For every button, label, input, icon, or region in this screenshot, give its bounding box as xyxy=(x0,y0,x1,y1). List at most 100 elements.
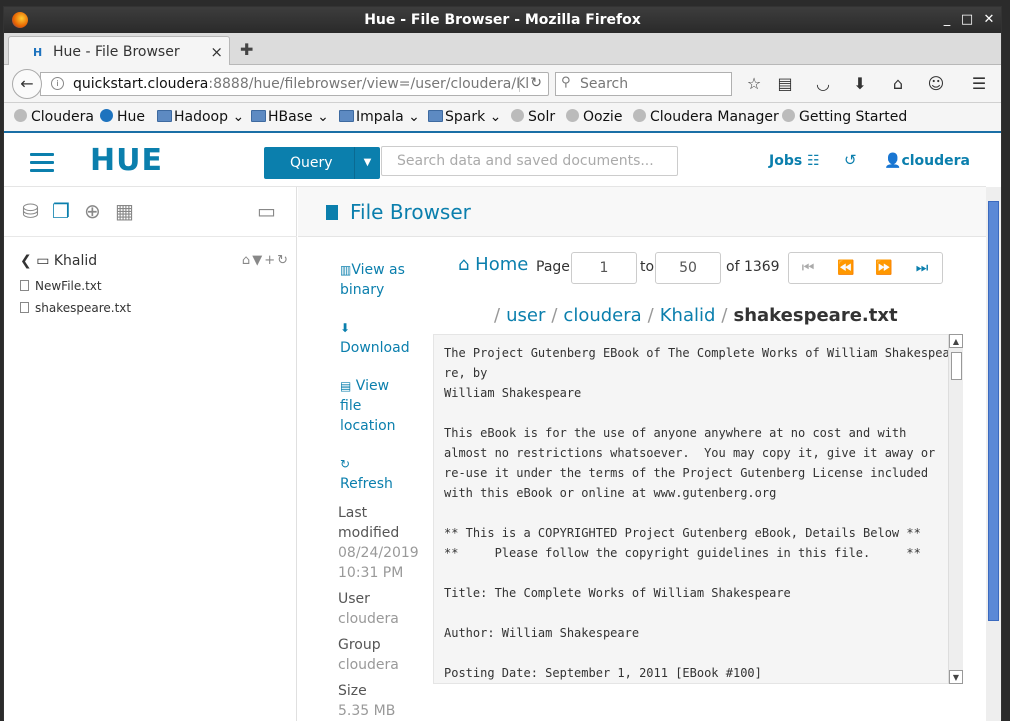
next-page-icon[interactable]: ⏩ xyxy=(865,253,903,283)
url-divider xyxy=(519,76,520,92)
globe-icon xyxy=(14,109,27,122)
previous-page-icon[interactable]: ⏪ xyxy=(827,253,865,283)
page-scroll-thumb[interactable] xyxy=(988,201,999,621)
current-folder-name: Khalid xyxy=(53,253,98,269)
reload-icon[interactable]: ↻ xyxy=(530,75,542,91)
folder-icon: ▭ xyxy=(36,253,50,269)
page-to-input[interactable]: 50 xyxy=(655,252,721,284)
document-icon xyxy=(326,205,338,220)
bookmark-folder-hadoop[interactable]: Hadoop ⌄ xyxy=(157,109,244,125)
refresh-small-icon[interactable]: ↻ xyxy=(277,253,290,268)
folder-icon xyxy=(157,110,172,122)
user-menu[interactable]: 👤cloudera xyxy=(884,153,970,169)
folder-open-icon[interactable]: ▭ xyxy=(257,199,276,223)
global-search-input[interactable]: Search data and saved documents... xyxy=(381,146,678,176)
page-from-input[interactable]: 1 xyxy=(571,252,637,284)
path-user[interactable]: user xyxy=(506,305,545,326)
home-icon[interactable]: ⌂ xyxy=(888,74,908,93)
bookmark-solr[interactable]: Solr xyxy=(511,109,555,125)
bookmark-hue[interactable]: Hue xyxy=(100,109,145,125)
pagination-buttons: ⏮ ⏪ ⏩ ⏭ xyxy=(788,252,943,284)
jobs-button[interactable]: Jobs ☷ xyxy=(769,153,820,169)
query-button[interactable]: Query ▼ xyxy=(264,147,380,179)
bookmark-star-icon[interactable]: ☆ xyxy=(744,74,764,93)
file-item-newfile[interactable]: NewFile.txt xyxy=(20,279,102,293)
grid-icon[interactable]: ▦ xyxy=(115,199,134,223)
view-as-binary-link[interactable]: ▥View as binary xyxy=(340,260,410,300)
bookmark-cloudera-manager[interactable]: Cloudera Manager xyxy=(633,109,779,125)
content-scroll-thumb[interactable] xyxy=(951,352,962,380)
chat-icon[interactable]: ☺ xyxy=(926,74,946,93)
title-bar: Hue - File Browser - Mozilla Firefox _ □… xyxy=(4,7,1001,33)
bookmark-folder-impala[interactable]: Impala ⌄ xyxy=(339,109,420,125)
close-tab-icon[interactable]: × xyxy=(210,43,223,61)
window-title: Hue - File Browser - Mozilla Firefox xyxy=(364,12,641,28)
add-icon[interactable]: + xyxy=(264,253,277,268)
home-icon: ⌂ xyxy=(458,254,470,275)
download-icon: ⬇ xyxy=(340,321,351,335)
history-icon[interactable]: ↺ xyxy=(844,151,857,169)
folder-icon xyxy=(251,110,266,122)
hue-favicon-icon: H xyxy=(33,46,43,59)
search-icon: ⚲ xyxy=(561,75,571,90)
browser-search-input[interactable]: ⚲ Search xyxy=(555,72,732,96)
page-scrollbar[interactable] xyxy=(986,187,1001,721)
size-meta: Size 5.35 MB xyxy=(338,683,396,719)
new-tab-icon[interactable]: ✚ xyxy=(240,40,253,59)
downloads-icon[interactable]: ⬇ xyxy=(850,74,870,93)
bookmark-getting-started[interactable]: Getting Started xyxy=(782,109,907,125)
bookmark-oozie[interactable]: Oozie xyxy=(566,109,622,125)
tab-hue-file-browser[interactable]: H Hue - File Browser × xyxy=(8,36,230,66)
group-meta: Group cloudera xyxy=(338,637,399,673)
path-cloudera[interactable]: cloudera xyxy=(563,305,641,326)
maximize-icon[interactable]: □ xyxy=(957,7,977,33)
file-content-viewer[interactable]: The Project Gutenberg EBook of The Compl… xyxy=(433,334,963,684)
first-page-icon[interactable]: ⏮ xyxy=(789,253,827,283)
bookmark-folder-hbase[interactable]: HBase ⌄ xyxy=(251,109,329,125)
assist-folder-breadcrumb[interactable]: ❮ ▭ Khalid ⌂▼+↻ xyxy=(20,253,290,269)
site-info-icon[interactable]: i xyxy=(51,77,64,90)
home-link[interactable]: ⌂ Home xyxy=(458,254,528,275)
database-icon[interactable]: ⛁ xyxy=(22,199,39,223)
hue-logo[interactable]: HUE xyxy=(90,143,163,178)
assist-folder-actions: ⌂▼+↻ xyxy=(242,253,290,268)
hue-icon xyxy=(100,109,113,122)
barcode-icon: ▥ xyxy=(340,263,352,277)
back-chevron-icon[interactable]: ❮ xyxy=(20,253,32,269)
query-dropdown-caret-icon[interactable]: ▼ xyxy=(354,147,380,179)
page-title: File Browser xyxy=(298,187,986,237)
bookmark-folder-spark[interactable]: Spark ⌄ xyxy=(428,109,501,125)
view-file-location-link[interactable]: ▤ View file location xyxy=(340,376,410,436)
scroll-down-icon[interactable]: ▼ xyxy=(949,670,963,684)
documents-icon[interactable]: ❐ xyxy=(52,199,70,223)
download-link[interactable]: ⬇ Download xyxy=(340,318,410,358)
home-small-icon[interactable]: ⌂ xyxy=(242,253,252,268)
file-item-shakespeare[interactable]: shakespeare.txt xyxy=(20,301,131,315)
url-bar[interactable]: i quickstart.cloudera:8888/hue/filebrows… xyxy=(40,72,549,96)
menu-icon[interactable]: ☰ xyxy=(969,74,989,93)
close-window-icon[interactable]: ✕ xyxy=(979,7,999,33)
file-content-text: The Project Gutenberg EBook of The Compl… xyxy=(444,346,950,680)
page-total: of 1369 xyxy=(726,259,780,275)
scroll-up-icon[interactable]: ▲ xyxy=(949,334,963,348)
filter-icon[interactable]: ▼ xyxy=(252,253,264,268)
content-scrollbar[interactable]: ▲ ▼ xyxy=(948,334,963,684)
last-page-icon[interactable]: ⏭ xyxy=(903,253,941,283)
hue-app: HUE Query ▼ Search data and saved docume… xyxy=(4,135,1001,721)
reading-list-icon[interactable]: ▤ xyxy=(775,74,795,93)
folder-icon xyxy=(339,110,354,122)
hamburger-menu-icon[interactable] xyxy=(30,153,54,172)
tab-strip: H Hue - File Browser × ✚ xyxy=(4,33,1001,66)
back-button[interactable]: ← xyxy=(12,69,42,99)
search-assist-icon[interactable]: ⊕ xyxy=(84,199,101,223)
path-khalid[interactable]: Khalid xyxy=(660,305,716,326)
refresh-link[interactable]: ↻ Refresh xyxy=(340,454,410,494)
back-arrow-icon: ← xyxy=(20,74,34,93)
pocket-icon[interactable]: ◡ xyxy=(813,74,833,93)
browser-window: Hue - File Browser - Mozilla Firefox _ □… xyxy=(3,6,1002,721)
globe-icon xyxy=(511,109,524,122)
navigation-bar: i quickstart.cloudera:8888/hue/filebrows… xyxy=(4,65,1001,103)
bookmark-cloudera[interactable]: Cloudera xyxy=(14,109,94,125)
left-assist-panel: ⛁ ❐ ⊕ ▦ ▭ ❮ ▭ Khalid ⌂▼+↻ NewFile.txt sh… xyxy=(4,187,297,721)
minimize-icon[interactable]: _ xyxy=(937,7,957,33)
